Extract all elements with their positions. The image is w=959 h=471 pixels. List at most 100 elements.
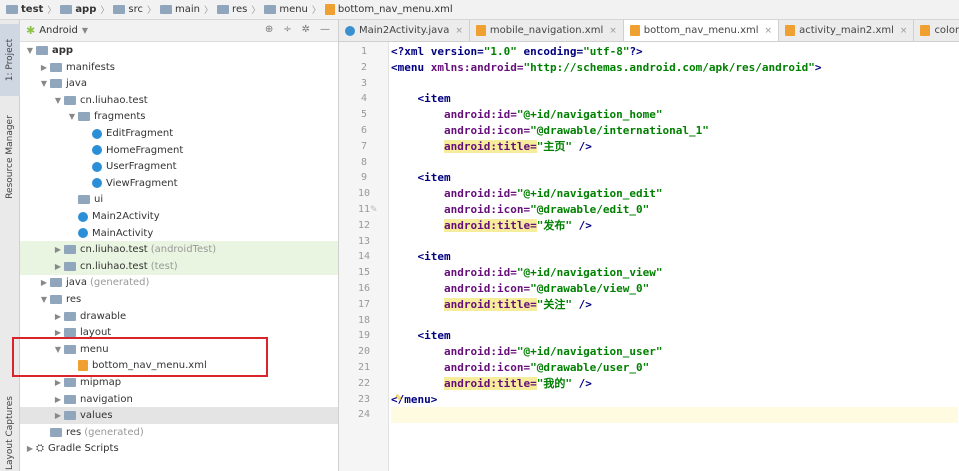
project-tool-tab[interactable]: 1: Project [0,24,20,96]
code-line[interactable]: android:title="我的" /> [391,376,958,392]
layout-captures-tool-tab[interactable]: Layout Captures [0,396,20,470]
tree-item[interactable]: ▶ values [20,407,338,425]
collapse-arrow-icon[interactable]: ▶ [38,278,50,287]
code-line[interactable]: <item [391,249,958,265]
locate-icon[interactable]: ⊕ [265,24,273,35]
breadcrumb-separator: 〉 [100,6,110,16]
code-line[interactable]: android:icon="@drawable/international_1" [391,123,958,139]
tree-item[interactable]: ui [20,191,338,208]
code-line[interactable]: <item [391,91,958,107]
close-icon[interactable]: × [609,26,617,36]
tree-item[interactable]: ▶ ⛭ Gradle Scripts [20,440,338,457]
code-token: <menu [391,60,431,74]
tree-item-label: UserFragment [106,161,177,173]
code-line[interactable]: <item [391,170,958,186]
breadcrumb-item[interactable]: res [217,4,247,15]
editor-tab[interactable]: colors.xml× [914,20,959,41]
code-line[interactable]: <?xml version="1.0" encoding="utf-8"?> [391,44,958,60]
bulb-icon[interactable]: ✎ [395,394,403,404]
code-line[interactable] [391,234,958,250]
code-line[interactable]: android:title="发布" /> [391,218,958,234]
collapse-arrow-icon[interactable]: ▶ [52,411,64,420]
project-tree: ▼ app ▶ manifests ▼ java ▼ cn.liuhao.test ▼ fragm… [20,42,338,471]
code-line[interactable]: android:id="@+id/navigation_edit" [391,186,958,202]
code-token: ?> [629,45,643,58]
collapse-arrow-icon[interactable]: ▶ [38,63,50,72]
breadcrumb-item[interactable]: menu [264,4,308,15]
breadcrumb-item[interactable]: src [113,4,143,15]
code-line[interactable]: android:icon="@drawable/view_0" [391,281,958,297]
breadcrumb-item[interactable]: app [60,4,96,15]
editor-tab[interactable]: bottom_nav_menu.xml × [623,20,780,41]
tree-item[interactable]: ▼ app [20,42,338,59]
collapse-icon[interactable]: ÷ [283,24,291,35]
tree-item[interactable]: ViewFragment [20,175,338,192]
tree-item[interactable]: ▼ cn.liuhao.test [20,92,338,109]
tree-item[interactable]: MainActivity [20,225,338,242]
collapse-arrow-icon[interactable]: ▶ [52,262,64,271]
code-line[interactable] [391,313,958,329]
code-line[interactable] [391,155,958,171]
breadcrumb-item[interactable]: main [160,4,200,15]
tree-item[interactable]: ▶ cn.liuhao.test (androidTest) [20,241,338,259]
tree-item[interactable]: ▶ java (generated) [20,274,338,291]
tree-item[interactable]: EditFragment [20,125,338,142]
folder-icon [64,261,76,271]
tree-item[interactable]: res (generated) [20,424,338,441]
tree-item-label: navigation [80,393,133,405]
code-line[interactable] [391,76,958,92]
hide-icon[interactable]: — [320,24,330,35]
expand-arrow-icon[interactable]: ▼ [52,96,64,105]
code-line[interactable]: <item [391,328,958,344]
tree-item[interactable]: ▶ drawable [20,308,338,325]
code-line[interactable]: </menu> [391,392,958,408]
tree-item[interactable]: ▼ fragments [20,108,338,125]
collapse-arrow-icon[interactable]: ▶ [52,245,64,254]
code-token: <item [391,250,451,264]
folder-icon [64,394,76,404]
tree-item[interactable]: ▶ manifests [20,59,338,76]
editor-tab[interactable]: Main2Activity.java × [339,20,470,41]
code-line[interactable]: <menu xmlns:android="http://schemas.andr… [391,60,958,76]
code-line[interactable]: android:id="@+id/navigation_home" [391,107,958,123]
code-token: "@+id/navigation_home" [516,108,663,122]
expand-arrow-icon[interactable]: ▼ [38,295,50,304]
tree-item[interactable]: ▶ cn.liuhao.test (test) [20,257,338,275]
editor-tab[interactable]: mobile_navigation.xml × [470,20,624,41]
collapse-arrow-icon[interactable]: ▶ [24,444,36,453]
code-line[interactable]: android:title="关注" /> [391,297,958,313]
folder-icon [78,112,90,122]
expand-arrow-icon[interactable]: ▼ [38,79,50,88]
code-line[interactable] [391,407,958,424]
tree-item[interactable]: ▼ java [20,75,338,92]
code-line[interactable]: android:icon="@drawable/edit_0" [391,202,958,218]
close-icon[interactable]: × [455,26,463,36]
tree-item-label: values [80,410,113,422]
close-icon[interactable]: × [765,26,773,36]
collapse-arrow-icon[interactable]: ▶ [52,378,64,387]
code-line[interactable]: android:title="主页" /> [391,139,958,155]
project-view-selector[interactable]: ✱ Android ▼ [26,24,88,37]
expand-arrow-icon[interactable]: ▼ [66,112,78,121]
tree-item[interactable]: Main2Activity [20,208,338,225]
collapse-arrow-icon[interactable]: ▶ [52,328,64,337]
collapse-arrow-icon[interactable]: ▶ [52,395,64,404]
collapse-arrow-icon[interactable]: ▶ [52,312,64,321]
resource-manager-tool-tab[interactable]: Resource Manager [0,102,20,212]
tree-item[interactable]: ▶ navigation [20,391,338,408]
line-number: 11 [357,204,371,215]
breadcrumb-item[interactable]: test [6,4,43,15]
tree-item[interactable]: ▼ res [20,291,338,308]
code-line[interactable]: android:id="@+id/navigation_user" [391,344,958,360]
code-line[interactable]: android:id="@+id/navigation_view" [391,265,958,281]
tree-item[interactable]: HomeFragment [20,142,338,159]
breadcrumb-item[interactable]: bottom_nav_menu.xml [324,4,453,15]
close-icon[interactable]: × [900,26,908,36]
code-line[interactable]: android:icon="@drawable/user_0" [391,360,958,376]
expand-arrow-icon[interactable]: ▼ [24,46,36,55]
gear-icon[interactable]: ✲ [302,24,310,35]
editor-tab[interactable]: activity_main2.xml × [779,20,915,41]
tree-item[interactable]: UserFragment [20,158,338,175]
code-editor[interactable]: 1 2 3 4 5 6 7 8 9 10 11 12 13 14 15 16 17 18 19 20 21 22 23 24 … [338,42,959,471]
